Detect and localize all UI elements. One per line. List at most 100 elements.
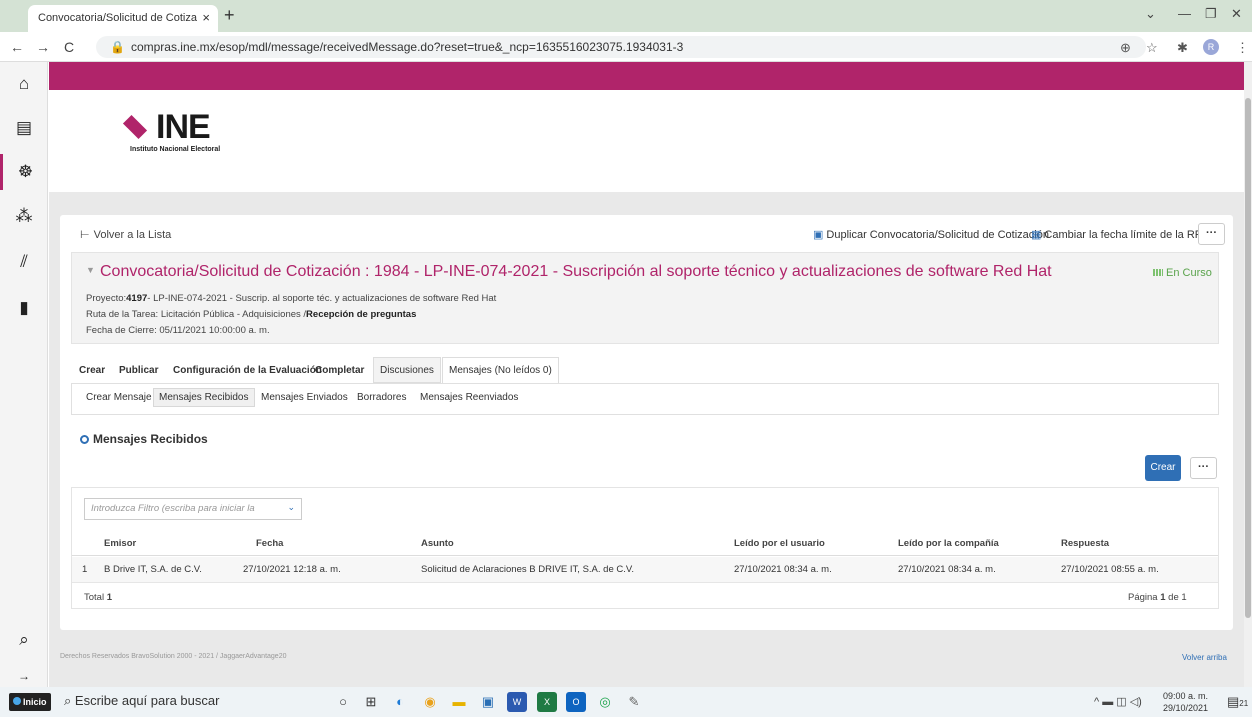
cell-fecha: 27/10/2021 12:18 a. m. bbox=[243, 564, 341, 575]
home-icon[interactable]: ⌂ bbox=[0, 66, 48, 102]
start-button[interactable]: Inicio bbox=[9, 693, 51, 711]
collapse-caret-icon[interactable]: ▼ bbox=[86, 265, 95, 275]
route-prefix: Ruta de la Tarea: Licitación Pública - A… bbox=[86, 309, 307, 320]
windows-taskbar: Inicio ⌕ Escribe aquí para buscar ○ ⊞ ◐ … bbox=[0, 687, 1252, 717]
subtab-borradores[interactable]: Borradores bbox=[357, 392, 406, 403]
new-tab-icon[interactable]: + bbox=[224, 5, 235, 26]
whatsapp-icon[interactable]: ◎ bbox=[595, 692, 615, 712]
task-view-icon[interactable]: ⊞ bbox=[361, 692, 381, 712]
browser-tab[interactable]: Convocatoria/Solicitud de Cotiza × bbox=[28, 5, 218, 32]
file-explorer-icon[interactable]: ▬ bbox=[449, 692, 469, 712]
word-icon[interactable]: W bbox=[507, 692, 527, 712]
total-count: Total 1 bbox=[84, 592, 112, 603]
tab-configuracion-evaluacion[interactable]: Configuración de la Evaluación bbox=[167, 357, 328, 383]
minimize-icon[interactable]: — bbox=[1178, 6, 1191, 21]
col-respuesta[interactable]: Respuesta bbox=[1061, 538, 1109, 549]
tab-crear[interactable]: Crear bbox=[73, 357, 111, 383]
subtab-crear-mensaje[interactable]: Crear Mensaje bbox=[86, 392, 152, 403]
maximize-icon[interactable]: ❐ bbox=[1205, 6, 1217, 22]
pagination: Página 1 de 1 bbox=[1128, 592, 1187, 603]
project-line: Proyecto:4197- LP-INE-074-2021 - Suscrip… bbox=[86, 293, 496, 304]
browser-menu-icon[interactable]: ⋮ bbox=[1236, 40, 1249, 56]
filter-placeholder: Introduzca Filtro (escriba para iniciar … bbox=[91, 503, 255, 514]
chrome-icon[interactable]: ◉ bbox=[420, 692, 440, 712]
back-icon[interactable]: ← bbox=[10, 39, 24, 55]
notification-count: 21 bbox=[1239, 699, 1249, 708]
notification-center-icon[interactable]: ▤21 bbox=[1227, 694, 1248, 710]
route-stage: Recepción de preguntas bbox=[306, 309, 417, 320]
analytics-icon[interactable]: ⫽ bbox=[0, 244, 48, 280]
tab-completar[interactable]: Completar bbox=[309, 357, 370, 383]
page-prefix: Página bbox=[1128, 592, 1158, 603]
tab-publicar[interactable]: Publicar bbox=[113, 357, 164, 383]
total-value: 1 bbox=[106, 592, 113, 603]
col-fecha[interactable]: Fecha bbox=[256, 538, 283, 549]
change-deadline-link[interactable]: ▦ Cambiar la fecha límite de la RFx bbox=[1031, 228, 1207, 241]
reload-icon[interactable]: C bbox=[64, 39, 74, 55]
excel-icon[interactable]: X bbox=[537, 692, 557, 712]
page-content: INE Instituto Nacional Electoral ⊢ Volver… bbox=[49, 62, 1244, 687]
back-to-list-link[interactable]: ⊢ Volver a la Lista bbox=[80, 228, 171, 241]
cortana-icon[interactable]: ○ bbox=[333, 692, 353, 712]
subtab-mensajes-recibidos[interactable]: Mensajes Recibidos bbox=[153, 388, 255, 407]
chevron-down-icon[interactable]: ⌄ bbox=[1145, 6, 1156, 22]
profile-avatar[interactable]: R bbox=[1203, 39, 1219, 55]
clock[interactable]: 09:00 a. m. 29/10/2021 bbox=[1163, 690, 1208, 714]
chevron-down-icon[interactable]: ⌄ bbox=[287, 502, 295, 513]
back-to-list-label: Volver a la Lista bbox=[93, 229, 172, 241]
search-icon: ⌕ bbox=[64, 693, 72, 708]
url-text: compras.ine.mx/esop/mdl/message/received… bbox=[130, 40, 684, 54]
tab-mensajes[interactable]: Mensajes (No leídos 0) bbox=[442, 357, 559, 383]
taskbar-search[interactable]: ⌕ Escribe aquí para buscar bbox=[60, 693, 310, 711]
filter-input[interactable]: Introduzca Filtro (escriba para iniciar … bbox=[84, 498, 302, 520]
clock-time: 09:00 a. m. bbox=[1163, 691, 1209, 701]
cell-leido-usuario: 27/10/2021 08:34 a. m. bbox=[734, 564, 832, 575]
forward-icon[interactable]: → bbox=[36, 39, 50, 55]
list-more-button[interactable]: ··· bbox=[1190, 457, 1217, 479]
search-icon[interactable]: ⌕ bbox=[0, 622, 48, 658]
app-rail: ⌂ ▤ ☸ ⁂ ⫽ ▮ ⌕ → bbox=[0, 62, 48, 687]
edge-icon[interactable]: ◐ bbox=[390, 692, 410, 712]
paint-icon[interactable]: ✎ bbox=[624, 692, 644, 712]
page-header: INE Instituto Nacional Electoral bbox=[49, 90, 1244, 192]
documents-icon[interactable]: ▮ bbox=[0, 290, 48, 326]
create-message-button[interactable]: Crear bbox=[1145, 455, 1181, 481]
page-suffix: de 1 bbox=[1168, 592, 1187, 603]
close-window-icon[interactable]: ✕ bbox=[1231, 6, 1242, 22]
bookmark-star-icon[interactable]: ☆ bbox=[1146, 40, 1158, 56]
suppliers-icon[interactable]: ⁂ bbox=[0, 198, 48, 234]
col-leido-usuario[interactable]: Leído por el usuario bbox=[734, 538, 825, 549]
subtab-mensajes-reenviados[interactable]: Mensajes Reenviados bbox=[420, 392, 518, 403]
duplicate-icon: ▣ bbox=[813, 229, 824, 241]
store-icon[interactable]: ▣ bbox=[478, 692, 498, 712]
col-asunto[interactable]: Asunto bbox=[421, 538, 454, 549]
logo-word: INE bbox=[156, 108, 211, 146]
subtab-mensajes-enviados[interactable]: Mensajes Enviados bbox=[261, 392, 348, 403]
section-title-text: Mensajes Recibidos bbox=[93, 432, 208, 446]
table-row[interactable]: 1 B Drive IT, S.A. de C.V. 27/10/2021 12… bbox=[72, 557, 1218, 583]
lock-icon: 🔒 bbox=[110, 40, 125, 54]
sourcing-icon[interactable]: ☸ bbox=[0, 154, 48, 190]
dashboard-icon[interactable]: ▤ bbox=[0, 110, 48, 146]
extensions-icon[interactable]: ✱ bbox=[1177, 40, 1188, 56]
clock-date: 29/10/2021 bbox=[1163, 703, 1209, 713]
col-leido-compania[interactable]: Leído por la compañía bbox=[898, 538, 999, 549]
back-arrow-icon: ⊢ bbox=[80, 229, 90, 241]
logo-subtitle: Instituto Nacional Electoral bbox=[130, 146, 221, 153]
system-tray[interactable]: ^ ▬ ◫ ◁) bbox=[1094, 695, 1142, 708]
section-title: Mensajes Recibidos bbox=[80, 432, 208, 446]
back-to-top-link[interactable]: Volver arriba bbox=[1182, 653, 1227, 662]
duplicate-rfx-link[interactable]: ▣ Duplicar Convocatoria/Solicitud de Coti… bbox=[813, 228, 1049, 241]
outlook-icon[interactable]: O bbox=[566, 692, 586, 712]
table-header: Emisor Fecha Asunto Leído por el usuario… bbox=[72, 532, 1218, 556]
tab-discusiones[interactable]: Discusiones bbox=[373, 357, 441, 383]
cell-asunto[interactable]: Solicitud de Aclaraciones B DRIVE IT, S.… bbox=[421, 564, 634, 575]
url-field[interactable]: 🔒 compras.ine.mx/esop/mdl/message/receive… bbox=[96, 36, 1146, 58]
scrollbar-thumb[interactable] bbox=[1245, 98, 1251, 618]
close-tab-icon[interactable]: × bbox=[202, 10, 210, 25]
browser-tab-title: Convocatoria/Solicitud de Cotiza bbox=[38, 12, 197, 24]
section-bullet-icon bbox=[80, 435, 89, 444]
zoom-icon[interactable]: ⊕ bbox=[1120, 40, 1131, 56]
more-actions-button[interactable]: ··· bbox=[1198, 223, 1225, 245]
col-emisor[interactable]: Emisor bbox=[104, 538, 136, 549]
